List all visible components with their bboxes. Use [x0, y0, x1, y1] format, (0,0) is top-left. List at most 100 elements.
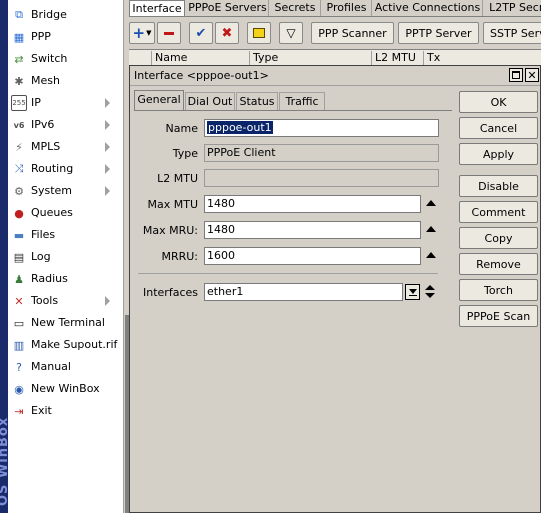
sidebar-item-label: PPP	[31, 30, 51, 43]
sidebar-item-log[interactable]: ▤ Log	[8, 246, 123, 268]
winbox-icon: ◉	[14, 382, 24, 396]
disable-button[interactable]: ✖	[215, 22, 239, 44]
sidebar-item-ip[interactable]: 255 IP	[8, 92, 123, 114]
pppoe-scanner-button[interactable]: PPP Scanner	[311, 22, 394, 44]
add-button[interactable]: + ▼	[129, 22, 155, 44]
sidebar-item-ppp[interactable]: ▦ PPP	[8, 26, 123, 48]
sidebar-item-ipv6[interactable]: v6 IPv6	[8, 114, 123, 136]
sidebar-item-tools[interactable]: ✕ Tools	[8, 290, 123, 312]
interfaces-dropdown-button[interactable]	[405, 284, 420, 300]
column-tx[interactable]: Tx	[423, 51, 541, 65]
pptp-server-button[interactable]: PPTP Server	[398, 22, 479, 44]
note-icon	[253, 28, 265, 38]
sidebar-item-system[interactable]: ⚙ System	[8, 180, 123, 202]
tab-profiles[interactable]: Profiles	[322, 0, 372, 16]
sidebar-item-new-terminal[interactable]: ▭ New Terminal	[8, 312, 123, 334]
tab-general[interactable]: General	[134, 90, 184, 110]
dialog-title: Interface <pppoe-out1>	[134, 69, 269, 82]
tab-active-connections[interactable]: Active Connections	[373, 0, 483, 16]
sidebar-item-make-supout[interactable]: ▥ Make Supout.rif	[8, 334, 123, 356]
interfaces-updown-icon[interactable]	[425, 284, 435, 300]
sidebar-item-label: Routing	[31, 162, 74, 175]
sidebar-item-switch[interactable]: ⇄ Switch	[8, 48, 123, 70]
sidebar-item-mpls[interactable]: ⚡ MPLS	[8, 136, 123, 158]
torch-button[interactable]: Torch	[459, 279, 538, 301]
mpls-icon: ⚡	[15, 140, 23, 154]
general-panel: Name pppoe-out1 Type PPPoE Client L2 MTU…	[134, 110, 452, 510]
maximize-button[interactable]	[509, 68, 523, 82]
switch-icon: ⇄	[14, 52, 24, 66]
sidebar-item-routing[interactable]: ⤨ Routing	[8, 158, 123, 180]
tab-secrets[interactable]: Secrets	[270, 0, 321, 16]
submenu-arrow-icon	[105, 98, 110, 108]
sidebar-item-label: Manual	[31, 360, 71, 373]
submenu-arrow-icon	[105, 164, 110, 174]
pppoe-scan-button[interactable]: PPPoE Scan	[459, 305, 538, 327]
sidebar-item-radius[interactable]: ♟ Radius	[8, 268, 123, 290]
maxmtu-label: Max MTU	[147, 198, 199, 211]
ppp-tabs: Interface PPPoE Servers Secrets Profiles…	[129, 0, 541, 17]
interfaces-select[interactable]: ether1	[204, 283, 403, 301]
filter-icon: ▽	[286, 26, 296, 40]
log-icon: ▤	[13, 250, 25, 264]
tab-traffic[interactable]: Traffic	[279, 92, 325, 110]
tools-icon: ✕	[14, 294, 24, 308]
bridge-icon: ⧉	[15, 8, 23, 21]
tab-interface[interactable]: Interface	[129, 0, 185, 16]
name-label: Name	[165, 122, 198, 135]
maxmtu-input[interactable]: 1480	[204, 195, 421, 213]
down-arrow-icon	[425, 293, 435, 298]
mrru-collapse-arrow-icon[interactable]	[426, 252, 436, 258]
enable-button[interactable]: ✔	[189, 22, 213, 44]
sidebar-item-mesh[interactable]: ✱ Mesh	[8, 70, 123, 92]
column-name[interactable]: Name	[151, 51, 249, 65]
dropdown-underline	[408, 294, 417, 296]
filter-button[interactable]: ▽	[279, 22, 303, 44]
remove-button[interactable]: Remove	[459, 253, 538, 275]
copy-button[interactable]: Copy	[459, 227, 538, 249]
exit-icon: ⇥	[14, 404, 24, 418]
sidebar-item-new-winbox[interactable]: ◉ New WinBox	[8, 378, 123, 400]
sidebar-item-label: Bridge	[31, 8, 67, 21]
name-input[interactable]: pppoe-out1	[204, 119, 439, 137]
maxmru-input[interactable]: 1480	[204, 221, 421, 239]
tab-pppoe-servers[interactable]: PPPoE Servers	[187, 0, 269, 16]
maximize-icon	[512, 71, 520, 79]
separator	[138, 273, 438, 274]
sidebar-item-exit[interactable]: ⇥ Exit	[8, 400, 123, 422]
column-type[interactable]: Type	[249, 51, 371, 65]
ok-button[interactable]: OK	[459, 91, 538, 113]
manual-icon: ?	[16, 360, 22, 374]
sidebar-item-manual[interactable]: ? Manual	[8, 356, 123, 378]
sidebar-item-queues[interactable]: ● Queues	[8, 202, 123, 224]
dialog-titlebar[interactable]: Interface <pppoe-out1> ✕	[130, 66, 540, 86]
sidebar-item-files[interactable]: ▬ Files	[8, 224, 123, 246]
maxmtu-collapse-arrow-icon[interactable]	[426, 200, 436, 206]
mrru-input[interactable]: 1600	[204, 247, 421, 265]
apply-button[interactable]: Apply	[459, 143, 538, 165]
up-arrow-icon	[425, 285, 435, 290]
tab-status[interactable]: Status	[236, 92, 278, 110]
ip-icon: 255	[11, 95, 27, 111]
sidebar-item-bridge[interactable]: ⧉ Bridge	[8, 4, 123, 26]
close-button[interactable]: ✕	[525, 68, 539, 82]
remove-button[interactable]	[157, 22, 181, 44]
comment-button[interactable]	[247, 22, 271, 44]
cancel-button[interactable]: Cancel	[459, 117, 538, 139]
sidebar-item-label: Radius	[31, 272, 68, 285]
maxmru-collapse-arrow-icon[interactable]	[426, 226, 436, 232]
files-icon: ▬	[13, 228, 25, 242]
column-l2mtu[interactable]: L2 MTU	[371, 51, 423, 65]
sstp-server-button[interactable]: SSTP Serv	[483, 22, 541, 44]
sidebar-item-label: Log	[31, 250, 51, 263]
sidebar-item-label: IP	[31, 96, 41, 109]
dropdown-arrow-icon	[408, 288, 417, 294]
ppp-icon: ▦	[13, 30, 25, 44]
disable-button[interactable]: Disable	[459, 175, 538, 197]
comment-button[interactable]: Comment	[459, 201, 538, 223]
tab-dial-out[interactable]: Dial Out	[185, 92, 235, 110]
submenu-arrow-icon	[105, 186, 110, 196]
dropdown-arrow-icon: ▼	[146, 29, 152, 37]
cross-icon: ✖	[221, 25, 233, 41]
tab-l2tp-secrets[interactable]: L2TP Secre	[485, 0, 541, 16]
